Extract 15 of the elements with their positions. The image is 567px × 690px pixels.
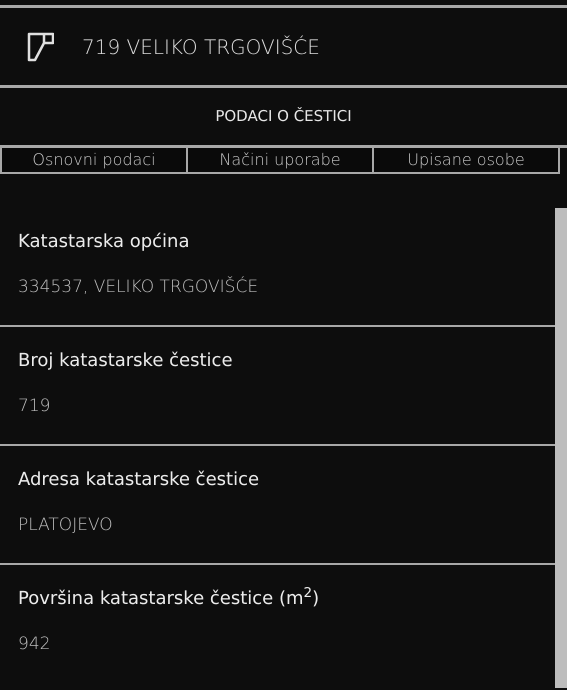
tab[interactable]: Osnovni podaci xyxy=(0,148,188,174)
section-title: PODACI O ČESTICI xyxy=(215,106,352,128)
field-label: Adresa katastarske čestice xyxy=(18,468,260,492)
field-value: 334537, VELIKO TRGOVIŠĆE xyxy=(18,275,260,299)
field-value: 719 xyxy=(18,395,52,418)
field-label: Površina katastarske čestice (m$^{2}$) xyxy=(18,585,320,611)
tab[interactable]: Upisane osobe xyxy=(374,148,560,174)
field-label: Katastarska općina xyxy=(18,230,190,254)
parcel-title: 719 VELIKO TRGOVIŠĆE xyxy=(82,34,320,60)
field-value: 942 xyxy=(18,633,52,656)
field-value: PLATOJEVO xyxy=(18,514,114,537)
tab[interactable]: Načini uporabe xyxy=(188,148,374,174)
field-label: Broj katastarske čestice xyxy=(18,349,234,373)
scrollbar[interactable] xyxy=(555,208,567,688)
parcel-icon xyxy=(26,32,54,62)
